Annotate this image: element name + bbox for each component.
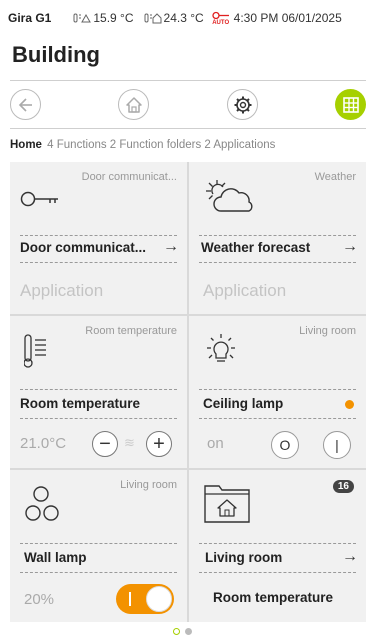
item-count-badge: 16 <box>332 480 354 493</box>
increase-temperature-button[interactable]: + <box>146 431 172 457</box>
tile-title: Door communicat... <box>20 240 147 255</box>
breadcrumb: Home 4 Functions 2 Function folders 2 Ap… <box>10 139 275 151</box>
tile-living-room-folder[interactable]: 16 Living room → Room temperature <box>189 470 366 622</box>
tile-title: Wall lamp <box>24 550 87 565</box>
page-dot[interactable] <box>185 628 192 635</box>
home-icon <box>125 96 142 113</box>
tile-title: Room temperature <box>20 396 141 411</box>
thermometer-icon <box>24 334 46 368</box>
separator <box>199 262 356 263</box>
temperature-value: 21.0°C <box>20 435 67 452</box>
dimmer-value: 20% <box>24 591 55 608</box>
page-title: Building <box>12 42 100 67</box>
weather-icon <box>206 180 253 212</box>
tile-subtitle: Application <box>203 281 287 300</box>
toolbar <box>0 86 366 124</box>
decrease-temperature-button[interactable]: − <box>92 431 118 457</box>
tile-title: Living room <box>205 550 283 565</box>
bulb-icon <box>207 334 235 362</box>
outdoor-thermometer-icon <box>73 13 92 23</box>
separator <box>199 235 356 236</box>
breadcrumb-home[interactable]: Home <box>10 139 42 151</box>
grid-view-icon <box>342 96 359 113</box>
tile-room-temperature[interactable]: Room temperature Room temperature 21.0°C… <box>10 316 187 468</box>
auto-key-icon <box>212 11 229 19</box>
auto-mode-indicator: AUTO <box>212 11 230 26</box>
key-icon <box>20 191 58 207</box>
heating-icon: ≋ <box>124 435 135 450</box>
home-button[interactable] <box>118 89 149 120</box>
tile-title: Weather forecast <box>201 240 311 255</box>
separator <box>199 572 356 573</box>
date-time: 4:30 PM 06/01/2025 <box>233 11 342 25</box>
separator <box>20 262 177 263</box>
breadcrumb-summary: 4 Functions 2 Function folders 2 Applica… <box>47 139 276 151</box>
back-arrow-icon <box>18 97 32 112</box>
outdoor-temperature: 15.9 °C <box>73 11 134 25</box>
wall-lamp-toggle[interactable] <box>116 584 174 614</box>
separator <box>20 389 177 390</box>
device-name: Gira G1 <box>8 11 52 25</box>
folder-subtitle: Room temperature <box>213 590 334 605</box>
tile-subtitle: Application <box>20 281 104 300</box>
page-dot-active[interactable] <box>173 628 180 635</box>
lamp-off-button[interactable]: O <box>271 431 299 459</box>
tile-context: Living room <box>299 325 356 337</box>
page-indicator <box>173 628 192 635</box>
separator <box>199 418 356 419</box>
lamp-on-button[interactable]: | <box>323 431 351 459</box>
indoor-thermometer-icon <box>144 13 162 24</box>
tile-grid: Door communicat... Door communicat... → … <box>10 162 366 622</box>
divider <box>10 128 366 129</box>
separator <box>199 543 356 544</box>
divider <box>10 80 366 81</box>
lamp-state-value: on <box>207 435 224 452</box>
indoor-temperature: 24.3 °C <box>144 11 204 25</box>
toggle-knob <box>146 586 172 612</box>
tile-weather-forecast[interactable]: Weather Weather forecast → Application <box>189 162 366 314</box>
tile-context: Door communicat... <box>81 171 177 183</box>
gear-icon <box>234 96 251 113</box>
tile-wall-lamp[interactable]: Living room Wall lamp 20% <box>10 470 187 622</box>
separator <box>199 389 356 390</box>
toggle-on-mark <box>129 592 131 606</box>
status-bar: Gira G1 15.9 °C 24.3 °C AUTO 4:30 PM 06/… <box>0 0 366 36</box>
tile-ceiling-lamp[interactable]: Living room Ceiling lamp on O | <box>189 316 366 468</box>
arrow-right-icon: → <box>163 238 179 255</box>
tile-context: Room temperature <box>85 325 177 337</box>
arrow-right-icon: → <box>342 238 358 255</box>
tile-title: Ceiling lamp <box>203 396 284 411</box>
separator <box>20 235 177 236</box>
wall-lamp-icon <box>25 486 59 521</box>
tile-context: Living room <box>120 479 177 491</box>
separator <box>20 543 177 544</box>
arrow-right-icon: → <box>342 548 358 565</box>
settings-button[interactable] <box>227 89 258 120</box>
separator <box>20 572 177 573</box>
status-indicator <box>345 400 354 409</box>
tile-context: Weather <box>314 171 356 183</box>
back-button[interactable] <box>10 89 41 120</box>
folder-home-icon <box>204 485 250 523</box>
separator <box>20 418 177 419</box>
tile-door-communication[interactable]: Door communicat... Door communicat... → … <box>10 162 187 314</box>
grid-view-button[interactable] <box>335 89 366 120</box>
